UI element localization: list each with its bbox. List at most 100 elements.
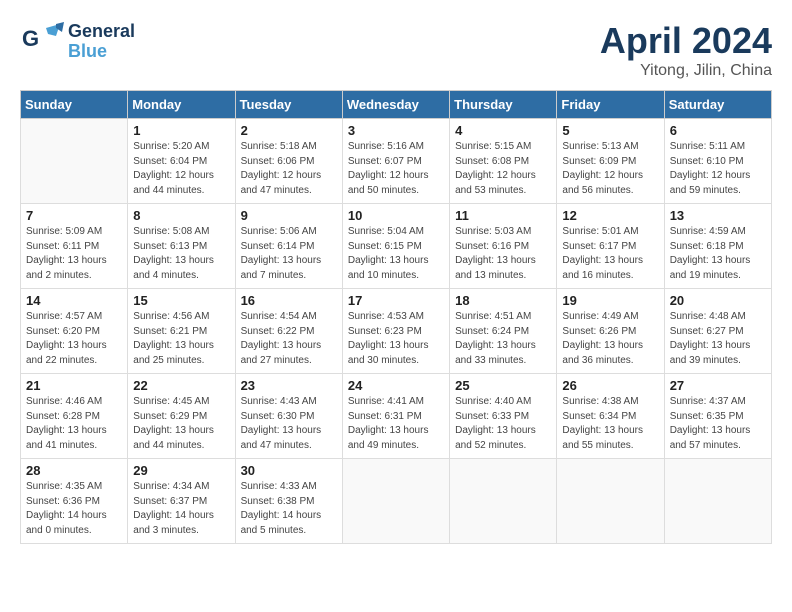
calendar-cell: 20Sunrise: 4:48 AM Sunset: 6:27 PM Dayli… [664,289,771,374]
week-row-5: 28 Sunrise: 4:35 AM Sunset: 6:36 PM Dayli… [21,459,772,544]
calendar-cell: 15Sunrise: 4:56 AM Sunset: 6:21 PM Dayli… [128,289,235,374]
day-number: 12 [562,208,658,223]
day-info: Sunrise: 5:15 AM Sunset: 6:08 PM Dayligh… [455,140,551,198]
calendar-cell: 5Sunrise: 5:13 AM Sunset: 6:09 PM Daylig… [557,119,664,204]
weekday-header-wednesday: Wednesday [342,91,449,119]
day-number: 30 [241,463,337,478]
day-number: 26 [562,378,658,393]
day-number: 8 [133,208,229,223]
day-info: Sunrise: 5:03 AM Sunset: 6:16 PM Dayligh… [455,225,551,283]
day-info: Sunrise: 4:34 AM Sunset: 6:37 PM Dayligh… [133,480,229,538]
day-number: 13 [670,208,766,223]
logo-line1: General [68,22,135,42]
weekday-header-sunday: Sunday [21,91,128,119]
page-header: G General Blue April 2024 Yitong, Jilin,… [20,20,772,80]
calendar-cell: 14Sunrise: 4:57 AM Sunset: 6:20 PM Dayli… [21,289,128,374]
logo-icon: G [20,20,64,64]
logo: G General Blue [20,20,135,64]
day-number: 15 [133,293,229,308]
calendar-cell: 7 Sunrise: 5:09 AM Sunset: 6:11 PM Daylig… [21,204,128,289]
day-info: Sunrise: 4:54 AM Sunset: 6:22 PM Dayligh… [241,310,337,368]
day-number: 28 [26,463,122,478]
day-info: Sunrise: 5:06 AM Sunset: 6:14 PM Dayligh… [241,225,337,283]
day-info: Sunrise: 5:18 AM Sunset: 6:06 PM Dayligh… [241,140,337,198]
calendar-cell: 12 Sunrise: 5:01 AM Sunset: 6:17 PM Dayli… [557,204,664,289]
calendar-cell [342,459,449,544]
day-info: Sunrise: 4:40 AM Sunset: 6:33 PM Dayligh… [455,395,551,453]
svg-text:G: G [22,26,39,51]
day-info: Sunrise: 5:08 AM Sunset: 6:13 PM Dayligh… [133,225,229,283]
day-info: Sunrise: 4:46 AM Sunset: 6:28 PM Dayligh… [26,395,122,453]
day-info: Sunrise: 5:11 AM Sunset: 6:10 PM Dayligh… [670,140,766,198]
day-number: 29 [133,463,229,478]
calendar-table: SundayMondayTuesdayWednesdayThursdayFrid… [20,90,772,544]
weekday-header-tuesday: Tuesday [235,91,342,119]
day-info: Sunrise: 5:20 AM Sunset: 6:04 PM Dayligh… [133,140,229,198]
weekday-header-row: SundayMondayTuesdayWednesdayThursdayFrid… [21,91,772,119]
calendar-cell: 25 Sunrise: 4:40 AM Sunset: 6:33 PM Dayli… [450,374,557,459]
day-number: 25 [455,378,551,393]
week-row-1: 1 Sunrise: 5:20 AM Sunset: 6:04 PM Daylig… [21,119,772,204]
day-number: 17 [348,293,444,308]
week-row-4: 21 Sunrise: 4:46 AM Sunset: 6:28 PM Dayli… [21,374,772,459]
day-number: 6 [670,123,766,138]
calendar-cell: 28 Sunrise: 4:35 AM Sunset: 6:36 PM Dayli… [21,459,128,544]
calendar-cell: 27 Sunrise: 4:37 AM Sunset: 6:35 PM Dayli… [664,374,771,459]
weekday-header-friday: Friday [557,91,664,119]
month-title: April 2024 [600,20,772,62]
day-number: 24 [348,378,444,393]
day-number: 16 [241,293,337,308]
calendar-cell: 9 Sunrise: 5:06 AM Sunset: 6:14 PM Daylig… [235,204,342,289]
calendar-cell: 17Sunrise: 4:53 AM Sunset: 6:23 PM Dayli… [342,289,449,374]
calendar-cell: 29 Sunrise: 4:34 AM Sunset: 6:37 PM Dayli… [128,459,235,544]
day-number: 7 [26,208,122,223]
calendar-cell [21,119,128,204]
calendar-cell: 30Sunrise: 4:33 AM Sunset: 6:38 PM Dayli… [235,459,342,544]
day-number: 11 [455,208,551,223]
calendar-cell: 13 Sunrise: 4:59 AM Sunset: 6:18 PM Dayli… [664,204,771,289]
day-info: Sunrise: 4:49 AM Sunset: 6:26 PM Dayligh… [562,310,658,368]
calendar-cell [557,459,664,544]
day-number: 10 [348,208,444,223]
logo-line2: Blue [68,42,135,62]
calendar-cell: 26 Sunrise: 4:38 AM Sunset: 6:34 PM Dayli… [557,374,664,459]
day-info: Sunrise: 4:43 AM Sunset: 6:30 PM Dayligh… [241,395,337,453]
calendar-cell: 19 Sunrise: 4:49 AM Sunset: 6:26 PM Dayli… [557,289,664,374]
day-number: 18 [455,293,551,308]
location-subtitle: Yitong, Jilin, China [600,62,772,80]
day-info: Sunrise: 4:45 AM Sunset: 6:29 PM Dayligh… [133,395,229,453]
day-number: 14 [26,293,122,308]
calendar-cell: 6 Sunrise: 5:11 AM Sunset: 6:10 PM Daylig… [664,119,771,204]
day-number: 23 [241,378,337,393]
calendar-cell: 2 Sunrise: 5:18 AM Sunset: 6:06 PM Daylig… [235,119,342,204]
day-number: 5 [562,123,658,138]
calendar-cell: 1 Sunrise: 5:20 AM Sunset: 6:04 PM Daylig… [128,119,235,204]
day-info: Sunrise: 5:04 AM Sunset: 6:15 PM Dayligh… [348,225,444,283]
day-info: Sunrise: 4:37 AM Sunset: 6:35 PM Dayligh… [670,395,766,453]
weekday-header-saturday: Saturday [664,91,771,119]
title-block: April 2024 Yitong, Jilin, China [600,20,772,80]
day-info: Sunrise: 5:01 AM Sunset: 6:17 PM Dayligh… [562,225,658,283]
weekday-header-monday: Monday [128,91,235,119]
day-info: Sunrise: 5:09 AM Sunset: 6:11 PM Dayligh… [26,225,122,283]
calendar-cell: 22 Sunrise: 4:45 AM Sunset: 6:29 PM Dayli… [128,374,235,459]
day-info: Sunrise: 4:51 AM Sunset: 6:24 PM Dayligh… [455,310,551,368]
day-info: Sunrise: 5:16 AM Sunset: 6:07 PM Dayligh… [348,140,444,198]
week-row-3: 14Sunrise: 4:57 AM Sunset: 6:20 PM Dayli… [21,289,772,374]
day-info: Sunrise: 4:59 AM Sunset: 6:18 PM Dayligh… [670,225,766,283]
day-info: Sunrise: 4:38 AM Sunset: 6:34 PM Dayligh… [562,395,658,453]
day-number: 1 [133,123,229,138]
day-number: 22 [133,378,229,393]
calendar-cell: 8 Sunrise: 5:08 AM Sunset: 6:13 PM Daylig… [128,204,235,289]
calendar-cell: 24 Sunrise: 4:41 AM Sunset: 6:31 PM Dayli… [342,374,449,459]
day-number: 2 [241,123,337,138]
day-number: 21 [26,378,122,393]
day-number: 4 [455,123,551,138]
day-number: 9 [241,208,337,223]
day-info: Sunrise: 4:41 AM Sunset: 6:31 PM Dayligh… [348,395,444,453]
day-number: 27 [670,378,766,393]
day-number: 19 [562,293,658,308]
calendar-cell [664,459,771,544]
week-row-2: 7 Sunrise: 5:09 AM Sunset: 6:11 PM Daylig… [21,204,772,289]
day-info: Sunrise: 4:35 AM Sunset: 6:36 PM Dayligh… [26,480,122,538]
